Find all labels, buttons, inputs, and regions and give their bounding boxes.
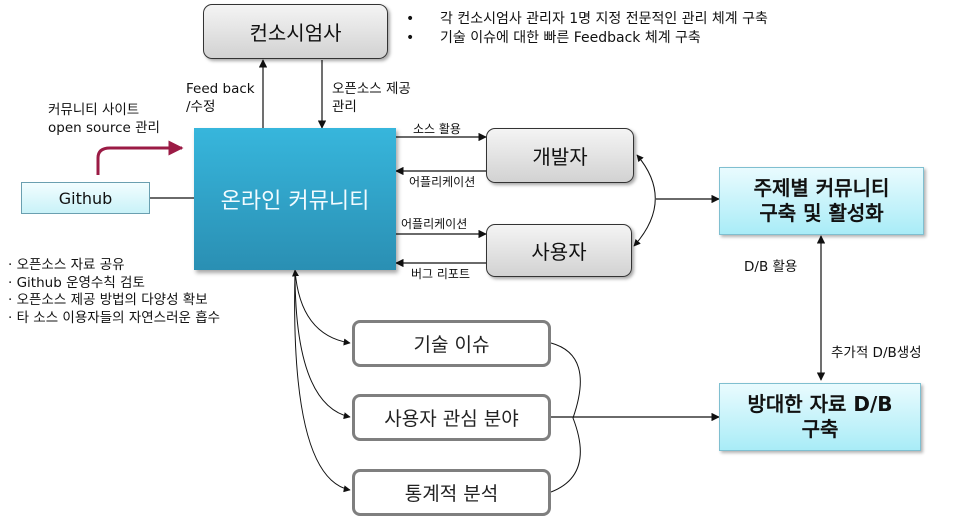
community-user-interest-arrow	[294, 271, 351, 420]
db-use-label: D/B 활용	[744, 259, 798, 275]
github-notes: 오픈소스 자료 공유 Github 운영수칙 검토 오픈소스 제공 방법의 다양…	[8, 257, 220, 327]
community-tech-issue-arrow	[291, 269, 351, 346]
online-community-node: 온라인 커뮤니티	[194, 128, 396, 270]
statistics-label: 통계적 분석	[404, 483, 499, 505]
application-to-user-label: 어플리케이션	[401, 217, 468, 231]
github-note: 오픈소스 자료 공유	[8, 257, 220, 275]
online-community-label: 온라인 커뮤니티	[220, 189, 370, 214]
topic-community-node: 주제별 커뮤니티 구축 및 활성화	[719, 167, 924, 235]
user-label: 사용자	[531, 240, 587, 264]
community-site-arrow	[96, 140, 184, 175]
consortium-note: • 기술 이슈에 대한 빠른 Feedback 체계 구축	[406, 30, 701, 46]
github-note: 오픈소스 제공 방법의 다양성 확보	[8, 292, 220, 310]
user-node: 사용자	[486, 224, 632, 277]
user-interest-node: 사용자 관심 분야	[352, 394, 551, 441]
application-to-community-label: 어플리케이션	[409, 175, 476, 189]
additional-db-label: 추가적 D/B생성	[831, 345, 922, 361]
user-interest-label: 사용자 관심 분야	[384, 408, 519, 430]
tech-issue-label: 기술 이슈	[413, 334, 490, 356]
github-node: Github	[21, 182, 150, 214]
consortium-notes: • 각 컨소시엄사 관리자 1명 지정 전문적인 관리 체계 구축 • 기술 이슈에…	[406, 10, 768, 48]
consortium-node: 컨소시엄사	[203, 4, 388, 59]
feedback-label: Feed back /수정	[186, 81, 255, 115]
developer-node: 개발자	[486, 128, 634, 183]
community-statistics-arrow	[294, 271, 351, 493]
community-site-label: 커뮤니티 사이트 open source 관리	[48, 102, 160, 136]
large-db-node: 방대한 자료 D/B 구축	[719, 383, 921, 451]
consortium-note: • 각 컨소시엄사 관리자 1명 지정 전문적인 관리 체계 구축	[406, 11, 768, 27]
statistics-node: 통계적 분석	[352, 469, 551, 516]
bug-report-label: 버그 리포트	[411, 267, 471, 281]
developer-user-curve	[633, 154, 656, 247]
consortium-label: 컨소시엄사	[249, 21, 342, 45]
developer-label: 개발자	[532, 145, 588, 169]
github-label: Github	[58, 188, 113, 208]
github-note: 타 소스 이용자들의 자연스러운 흡수	[8, 310, 220, 328]
github-note: Github 운영수칙 검토	[8, 275, 220, 293]
open-source-provide-label: 오픈소스 제공 관리	[332, 81, 411, 115]
tech-issue-node: 기술 이슈	[352, 320, 551, 367]
source-use-label: 소스 활용	[413, 122, 461, 136]
